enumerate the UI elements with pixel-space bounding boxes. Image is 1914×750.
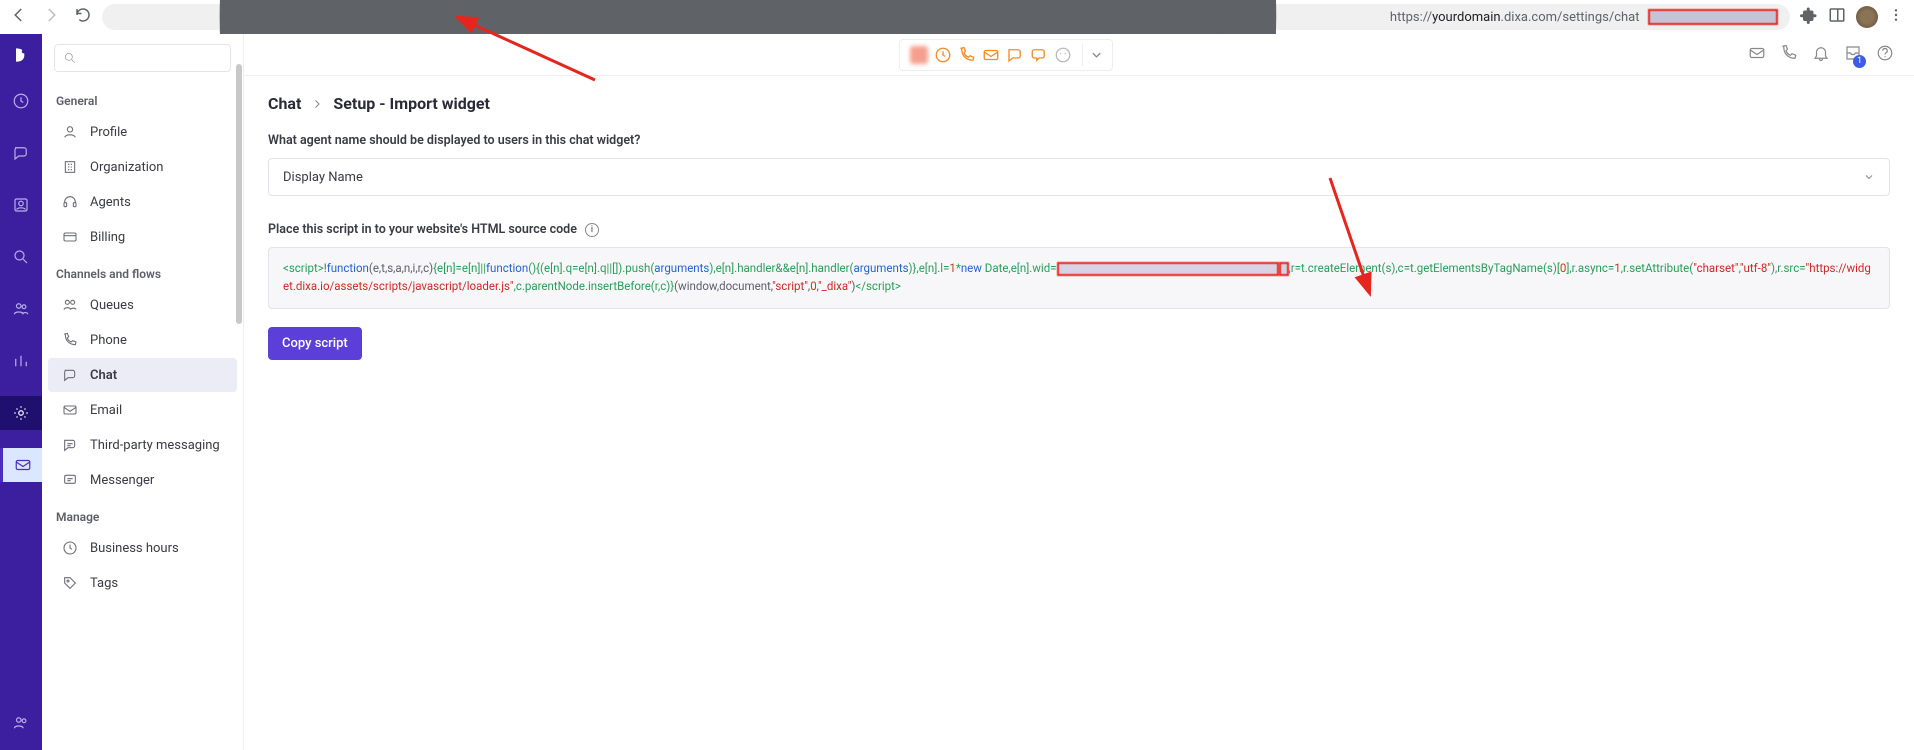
status-blurred: [908, 44, 930, 66]
sidebar-item-phone[interactable]: Phone: [48, 323, 237, 357]
building-icon: [62, 159, 78, 175]
main-area: 1 Chat Setup - Import widget What agent …: [244, 34, 1914, 750]
rail-item-inbox[interactable]: [0, 448, 42, 482]
topbar: 1: [244, 34, 1914, 76]
rail-item-conversations[interactable]: [0, 136, 42, 170]
wid-redacted-2: [1279, 262, 1289, 276]
app-logo[interactable]: [10, 44, 32, 66]
info-icon[interactable]: i: [585, 223, 599, 237]
rail-item-contacts[interactable]: [0, 188, 42, 222]
breadcrumb-current: Setup - Import widget: [333, 94, 490, 113]
status-messenger-icon[interactable]: [1028, 44, 1050, 66]
top-email-icon[interactable]: [1748, 44, 1766, 66]
user-icon: [62, 124, 78, 140]
status-globe-icon[interactable]: [1052, 44, 1074, 66]
extensions-icon[interactable]: [1800, 6, 1818, 28]
group-general: General: [42, 82, 243, 114]
clock-icon: [62, 540, 78, 556]
top-bell-icon[interactable]: [1812, 44, 1830, 66]
browser-reload-icon[interactable]: [74, 6, 92, 28]
url-redacted: [1648, 9, 1778, 25]
sidebar-item-email[interactable]: Email: [48, 393, 237, 427]
breadcrumb-root[interactable]: Chat: [268, 94, 301, 113]
browser-menu-icon[interactable]: [1888, 7, 1904, 27]
headset-icon: [62, 194, 78, 210]
browser-chrome: https://yourdomain.dixa.com/settings/cha…: [0, 0, 1914, 34]
status-email-icon[interactable]: [980, 44, 1002, 66]
rail-item-people[interactable]: [0, 292, 42, 326]
tag-icon: [62, 575, 78, 591]
top-help-icon[interactable]: [1876, 44, 1894, 66]
script-code-box[interactable]: <script>!function(e,t,s,a,n,i,r,c){e[n]=…: [268, 247, 1890, 309]
sidebar-item-billing[interactable]: Billing: [48, 220, 237, 254]
sidebar-item-profile[interactable]: Profile: [48, 115, 237, 149]
phone-icon: [62, 332, 78, 348]
sidebar-item-chat[interactable]: Chat: [48, 358, 237, 392]
breadcrumb: Chat Setup - Import widget: [268, 94, 1890, 113]
status-chat-icon[interactable]: [1004, 44, 1026, 66]
rail-item-dashboard[interactable]: [0, 84, 42, 118]
messenger-icon: [62, 472, 78, 488]
panel-icon[interactable]: [1828, 6, 1846, 28]
top-inbox-icon[interactable]: 1: [1844, 44, 1862, 66]
profile-avatar[interactable]: [1856, 6, 1878, 28]
status-dropdown[interactable]: [1082, 44, 1104, 66]
status-phone-icon[interactable]: [956, 44, 978, 66]
message-icon: [62, 437, 78, 453]
search-icon: [63, 51, 77, 65]
settings-sidebar: General Profile Organization Agents Bill…: [42, 34, 244, 750]
browser-back-icon[interactable]: [10, 6, 28, 28]
sidebar-item-organization[interactable]: Organization: [48, 150, 237, 184]
agent-name-select[interactable]: Display Name: [268, 158, 1890, 196]
agent-name-label: What agent name should be displayed to u…: [268, 133, 1890, 148]
sidebar-item-agents[interactable]: Agents: [48, 185, 237, 219]
rail-item-search[interactable]: [0, 240, 42, 274]
channel-status-pills: [899, 39, 1113, 71]
status-clock-icon[interactable]: [932, 44, 954, 66]
chevron-right-icon: [311, 98, 323, 110]
sidebar-item-queues[interactable]: Queues: [48, 288, 237, 322]
chat-icon: [62, 367, 78, 383]
nav-rail: [0, 34, 42, 750]
sidebar-item-messenger[interactable]: Messenger: [48, 463, 237, 497]
rail-item-settings[interactable]: [0, 396, 42, 430]
sidebar-item-third-party[interactable]: Third-party messaging: [48, 428, 237, 462]
chevron-down-icon: [1863, 171, 1875, 183]
wid-redacted: [1057, 262, 1279, 276]
browser-forward-icon[interactable]: [42, 6, 60, 28]
group-manage: Manage: [42, 498, 243, 530]
rail-item-team[interactable]: [0, 706, 42, 740]
email-icon: [62, 402, 78, 418]
copy-script-button[interactable]: Copy script: [268, 327, 362, 360]
rail-item-analytics[interactable]: [0, 344, 42, 378]
sidebar-scrollbar[interactable]: [235, 34, 243, 750]
group-channels: Channels and flows: [42, 255, 243, 287]
url-bar[interactable]: https://yourdomain.dixa.com/settings/cha…: [102, 4, 1790, 30]
queue-icon: [62, 297, 78, 313]
sidebar-search-input[interactable]: [54, 44, 231, 72]
card-icon: [62, 229, 78, 245]
top-phone-icon[interactable]: [1780, 44, 1798, 66]
sidebar-item-tags[interactable]: Tags: [48, 566, 237, 600]
script-label: Place this script in to your website's H…: [268, 222, 577, 237]
sidebar-item-business-hours[interactable]: Business hours: [48, 531, 237, 565]
